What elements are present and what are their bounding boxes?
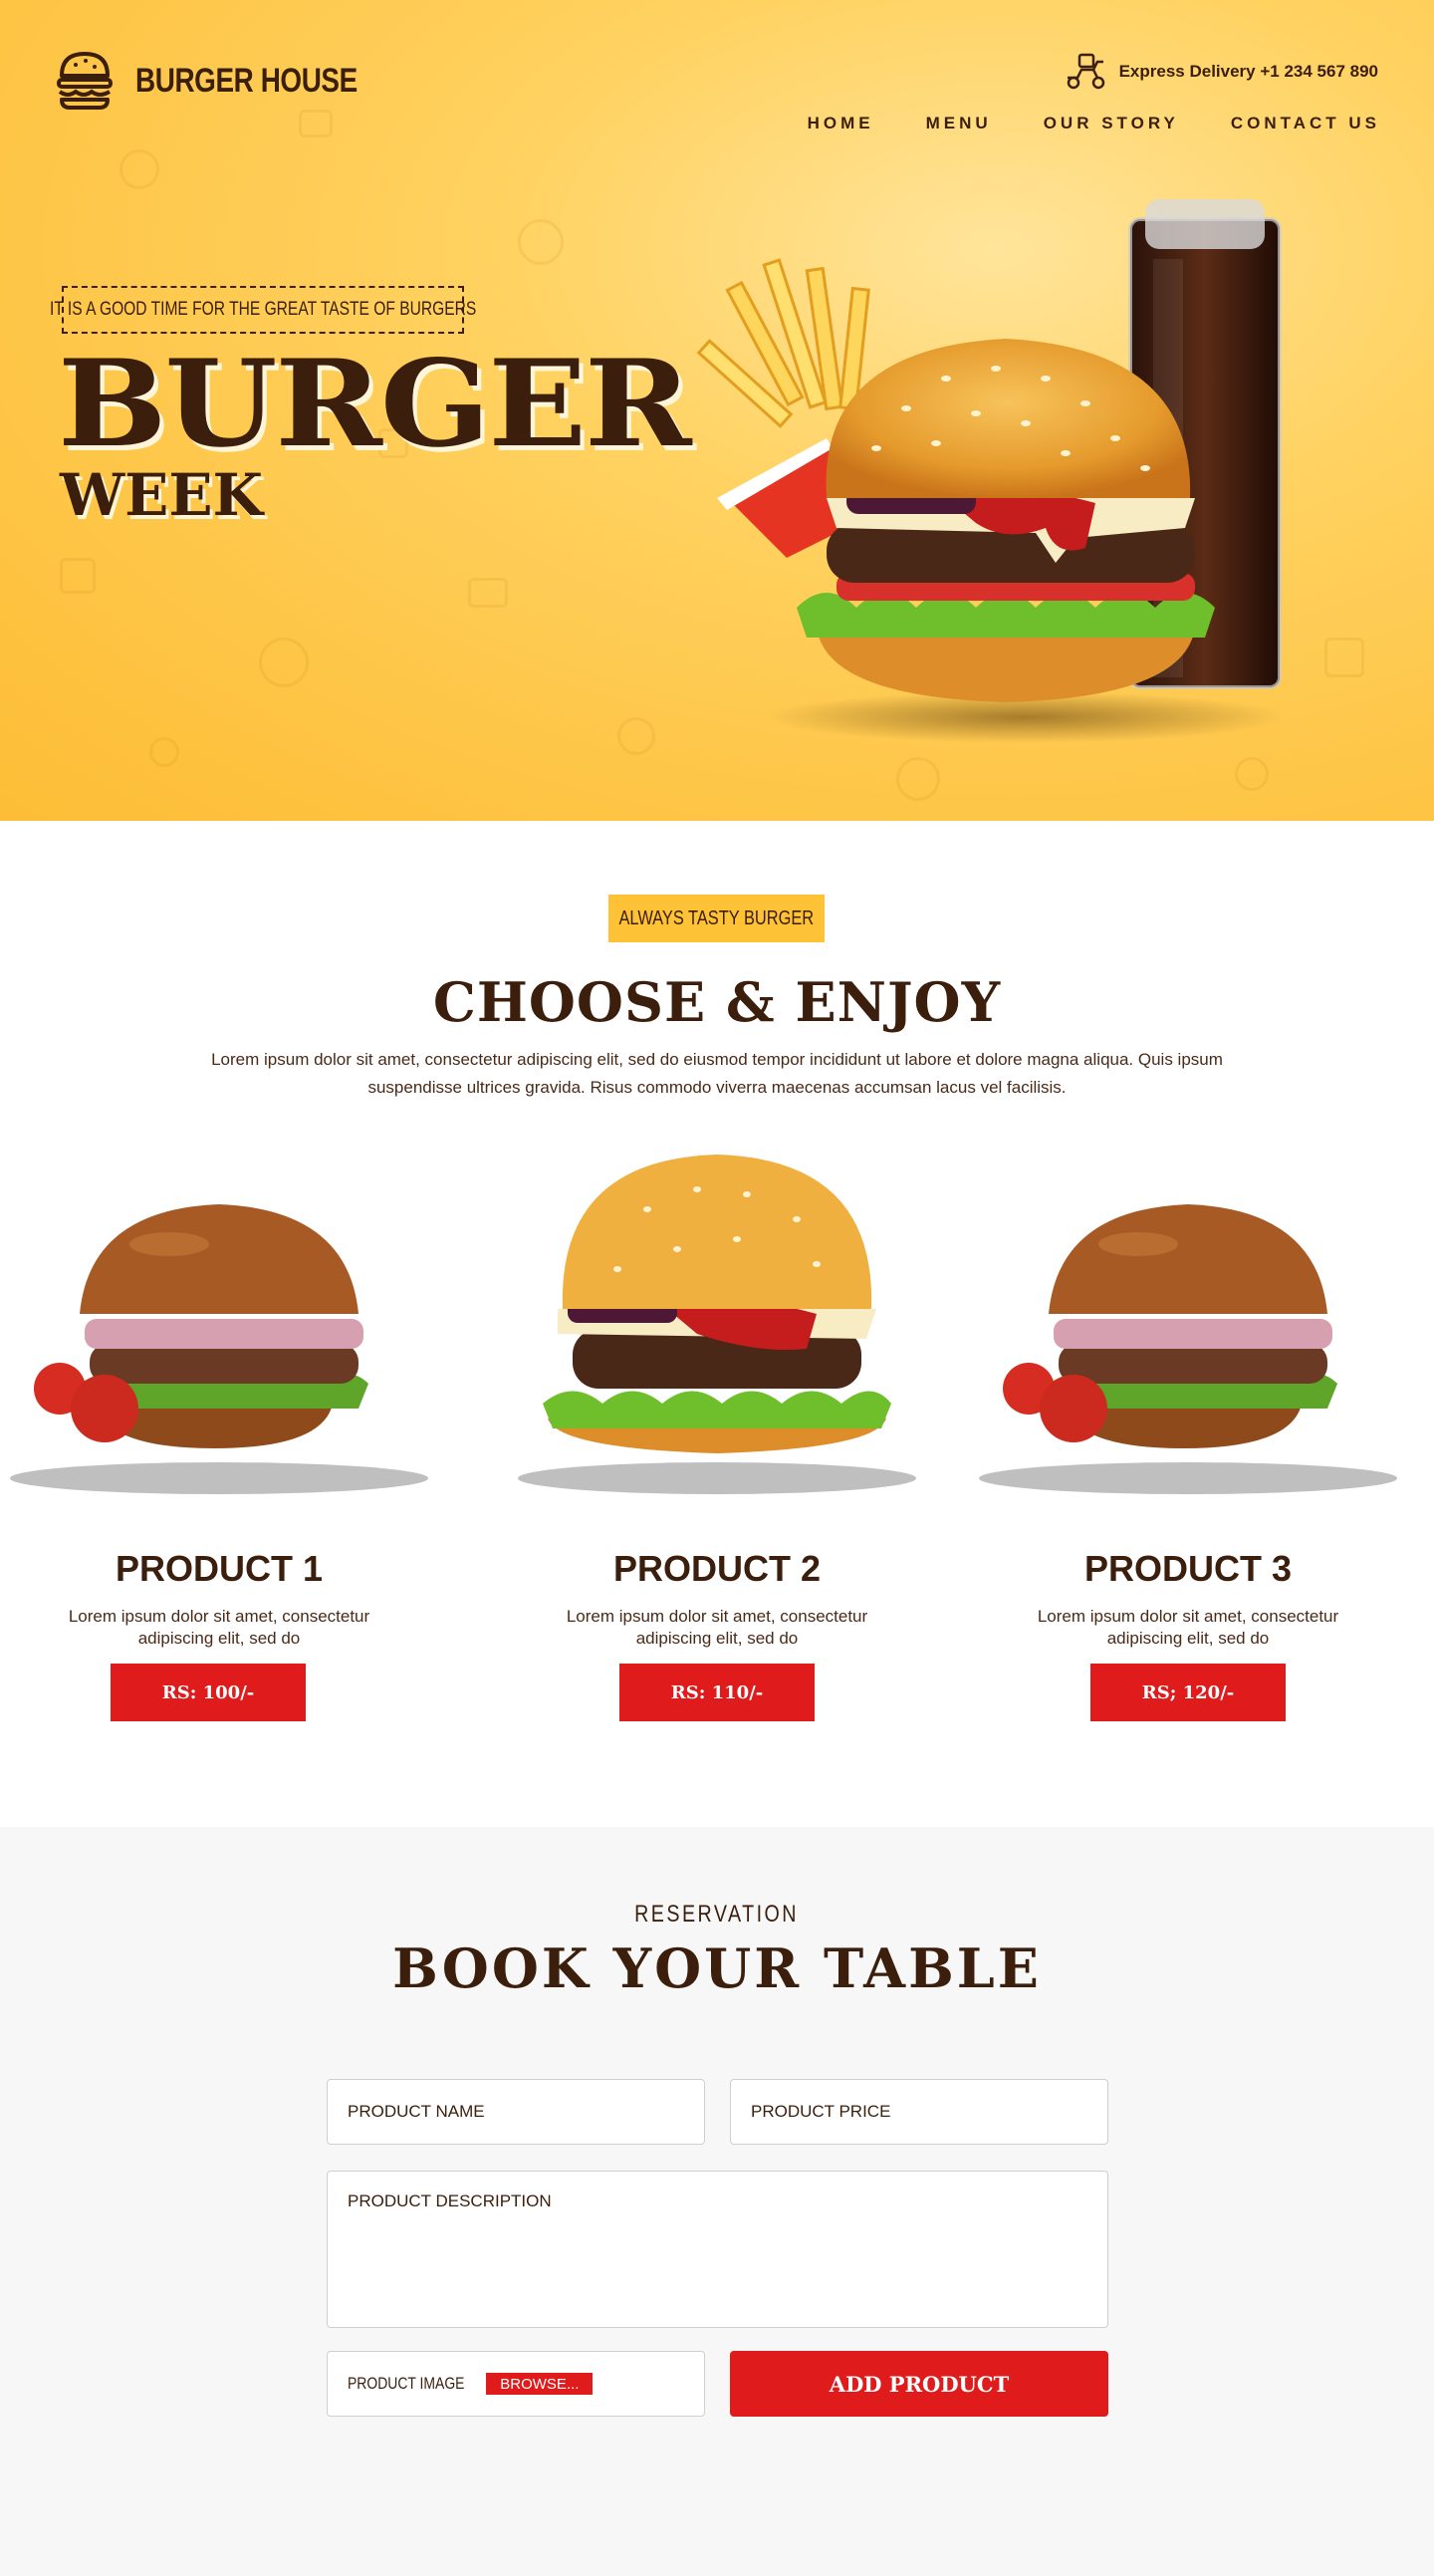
delivery-text: Express Delivery +1 234 567 890 <box>1118 62 1378 81</box>
product-desc-line: Lorem ipsum dolor sit amet, consectetur <box>68 1607 370 1626</box>
product-desc: Lorem ipsum dolor sit amet, consectetur … <box>498 1606 936 1650</box>
product-card: PRODUCT 1 Lorem ipsum dolor sit amet, co… <box>0 1150 438 1767</box>
hero-subtitle: WEEK <box>60 461 263 529</box>
doodle-decor <box>149 737 179 767</box>
product-desc-line: adipiscing elit, sed do <box>635 1629 799 1648</box>
product-image-field[interactable]: PRODUCT IMAGE BROWSE... <box>327 2351 705 2417</box>
product-name: PRODUCT 3 <box>1083 1548 1293 1589</box>
products-section: ALWAYS TASTY BURGER CHOOSE & ENJOY Lorem… <box>0 821 1434 1827</box>
product-name: PRODUCT 2 <box>612 1548 822 1589</box>
brand[interactable]: BURGER HOUSE <box>56 50 406 112</box>
doodle-decor <box>468 578 508 608</box>
price-button[interactable]: RS; 120/- <box>1090 1664 1286 1721</box>
nav-our-story[interactable]: OUR STORY <box>1044 114 1179 133</box>
product-description-input[interactable] <box>327 2171 1108 2328</box>
doodle-decor <box>299 110 333 137</box>
reservation-title: BOOK YOUR TABLE <box>392 1936 1042 2000</box>
product-desc-line: Lorem ipsum dolor sit amet, consectetur <box>1037 1607 1339 1626</box>
doodle-decor <box>1235 757 1269 791</box>
nav-menu[interactable]: MENU <box>926 114 992 133</box>
doodle-decor <box>259 638 309 687</box>
price-button[interactable]: RS: 100/- <box>111 1664 306 1721</box>
product-desc: Lorem ipsum dolor sit amet, consectetur … <box>0 1606 438 1650</box>
product-desc: Lorem ipsum dolor sit amet, consectetur … <box>969 1606 1407 1650</box>
product-image-label: PRODUCT IMAGE <box>348 2374 465 2393</box>
product-name: PRODUCT 1 <box>115 1548 324 1589</box>
doodle-decor <box>896 757 940 801</box>
burger-image <box>979 1204 1397 1494</box>
hero-burger-meal-image <box>696 199 1285 743</box>
browse-button[interactable]: BROWSE... <box>486 2373 594 2395</box>
doodle-decor <box>518 219 564 265</box>
section-badge: ALWAYS TASTY BURGER <box>608 895 825 942</box>
section-intro: Lorem ipsum dolor sit amet, consectetur … <box>211 1050 1223 1097</box>
burger-image <box>10 1204 428 1494</box>
reservation-section: RESERVATION BOOK YOUR TABLE PRODUCT IMAG… <box>0 1827 1434 2576</box>
hero-section: BURGER HOUSE Express Delivery +1 234 567… <box>0 0 1434 821</box>
product-desc-line: Lorem ipsum dolor sit amet, consectetur <box>566 1607 868 1626</box>
product-card: PRODUCT 2 Lorem ipsum dolor sit amet, co… <box>498 1150 936 1767</box>
brand-name: BURGER HOUSE <box>135 61 358 100</box>
scooter-icon <box>1067 53 1104 90</box>
price-button[interactable]: RS: 110/- <box>619 1664 815 1721</box>
nav-contact-us[interactable]: CONTACT US <box>1231 114 1380 133</box>
doodle-decor <box>617 717 655 755</box>
product-desc-line: adipiscing elit, sed do <box>1106 1629 1270 1648</box>
delivery-info: Express Delivery +1 234 567 890 <box>1064 52 1378 92</box>
hero-tagline-text: IT IS A GOOD TIME FOR THE GREAT TASTE OF… <box>49 299 477 320</box>
main-nav: HOME MENU OUR STORY CONTACT US <box>808 114 1380 133</box>
reservation-kicker: RESERVATION <box>0 1901 1434 1929</box>
hero-title: BURGER <box>58 334 692 474</box>
doodle-decor <box>120 149 159 189</box>
product-card: PRODUCT 3 Lorem ipsum dolor sit amet, co… <box>969 1150 1407 1767</box>
section-badge-text: ALWAYS TASTY BURGER <box>618 906 815 929</box>
burger-icon <box>57 52 113 110</box>
burger-image <box>518 1155 916 1494</box>
reservation-kicker-text: RESERVATION <box>634 1901 800 1928</box>
hero-tagline: IT IS A GOOD TIME FOR THE GREAT TASTE OF… <box>50 286 476 334</box>
section-title: CHOOSE & ENJOY <box>432 970 1002 1034</box>
doodle-decor <box>60 558 96 594</box>
product-price-input[interactable] <box>730 2079 1108 2145</box>
product-desc-line: adipiscing elit, sed do <box>137 1629 301 1648</box>
product-name-input[interactable] <box>327 2079 705 2145</box>
add-product-button[interactable]: ADD PRODUCT <box>730 2351 1108 2417</box>
nav-home[interactable]: HOME <box>808 114 874 133</box>
